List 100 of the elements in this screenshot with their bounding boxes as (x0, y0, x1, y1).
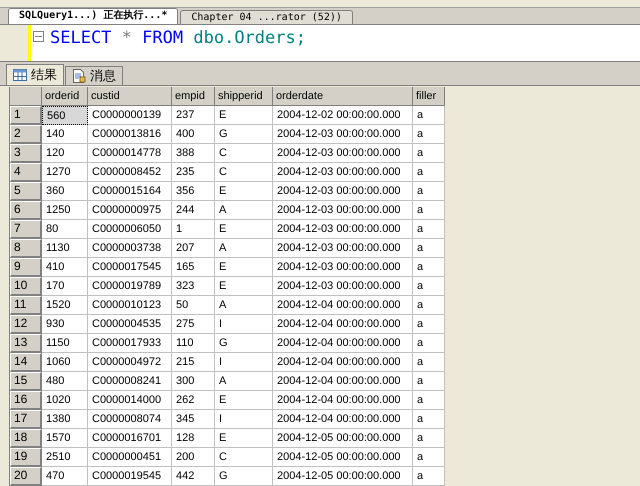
column-header[interactable]: filler (413, 87, 445, 106)
column-header[interactable]: orderdate (273, 87, 413, 106)
table-cell: 207 (172, 239, 215, 258)
table-cell: a (413, 353, 445, 372)
table-cell: C0000000139 (88, 106, 172, 125)
table-cell: E (215, 391, 273, 410)
column-header[interactable]: shipperid (215, 87, 273, 106)
table-cell: 1570 (42, 429, 88, 448)
document-icon (72, 69, 86, 83)
table-cell: 2004-12-05 00:00:00.000 (273, 448, 413, 467)
table-cell: 2004-12-03 00:00:00.000 (273, 239, 413, 258)
row-header[interactable]: 15 (10, 372, 42, 391)
row-header[interactable]: 13 (10, 334, 42, 353)
table-cell: 345 (172, 410, 215, 429)
row-header[interactable]: 14 (10, 353, 42, 372)
table-cell: 120 (42, 144, 88, 163)
row-header[interactable]: 19 (10, 448, 42, 467)
table-cell: C0000000451 (88, 448, 172, 467)
row-header[interactable]: 2 (10, 125, 42, 144)
table-cell: a (413, 220, 445, 239)
column-header[interactable]: empid (172, 87, 215, 106)
table-cell: 560 (42, 106, 88, 125)
table-cell: 1250 (42, 201, 88, 220)
table-cell: 300 (172, 372, 215, 391)
table-cell: a (413, 372, 445, 391)
table-cell: 480 (42, 372, 88, 391)
table-cell: 50 (172, 296, 215, 315)
collapse-toggle[interactable] (33, 30, 44, 42)
column-header[interactable]: custid (88, 87, 172, 106)
table-cell: 128 (172, 429, 215, 448)
table-cell: a (413, 258, 445, 277)
table-cell: C0000014778 (88, 144, 172, 163)
table-cell: 2004-12-04 00:00:00.000 (273, 315, 413, 334)
table-cell: a (413, 467, 445, 486)
editor-gutter (0, 24, 28, 62)
row-header[interactable]: 11 (10, 296, 42, 315)
table-cell: 323 (172, 277, 215, 296)
table-cell: 2004-12-03 00:00:00.000 (273, 277, 413, 296)
table-cell: 200 (172, 448, 215, 467)
table-cell: 2004-12-03 00:00:00.000 (273, 201, 413, 220)
table-cell: 1150 (42, 334, 88, 353)
table-cell: 1130 (42, 239, 88, 258)
table-cell: 165 (172, 258, 215, 277)
table-cell: 470 (42, 467, 88, 486)
change-marker (28, 24, 31, 62)
table-cell: I (215, 410, 273, 429)
table-cell: C (215, 163, 273, 182)
table-cell: C0000004972 (88, 353, 172, 372)
table-cell: C0000017933 (88, 334, 172, 353)
table-cell: 110 (172, 334, 215, 353)
row-header[interactable]: 9 (10, 258, 42, 277)
table-cell: A (215, 201, 273, 220)
table-cell: 2004-12-04 00:00:00.000 (273, 391, 413, 410)
table-cell: a (413, 315, 445, 334)
row-header[interactable]: 12 (10, 315, 42, 334)
table-cell: C0000017545 (88, 258, 172, 277)
row-header[interactable]: 18 (10, 429, 42, 448)
table-cell: 2004-12-04 00:00:00.000 (273, 353, 413, 372)
row-header[interactable]: 3 (10, 144, 42, 163)
row-header[interactable]: 10 (10, 277, 42, 296)
document-tab[interactable]: SQLQuery1...) 正在执行...* (8, 8, 178, 24)
row-header[interactable]: 16 (10, 391, 42, 410)
row-header[interactable]: 8 (10, 239, 42, 258)
table-cell: a (413, 410, 445, 429)
editor-pane[interactable]: SELECT * FROM dbo.Orders; (0, 24, 640, 62)
table-cell: G (215, 467, 273, 486)
result-tab[interactable]: 消息 (65, 66, 123, 85)
row-header[interactable]: 5 (10, 182, 42, 201)
table-cell: a (413, 125, 445, 144)
table-cell: C0000008241 (88, 372, 172, 391)
table-cell: C0000003738 (88, 239, 172, 258)
table-cell: 400 (172, 125, 215, 144)
table-cell: 2004-12-05 00:00:00.000 (273, 467, 413, 486)
table-cell: a (413, 201, 445, 220)
row-header[interactable]: 7 (10, 220, 42, 239)
row-header[interactable]: 1 (10, 106, 42, 125)
table-cell: 1060 (42, 353, 88, 372)
table-cell: A (215, 296, 273, 315)
grid-icon (13, 69, 27, 81)
row-header[interactable]: 20 (10, 467, 42, 486)
result-tab[interactable]: 结果 (6, 64, 64, 85)
table-cell: 140 (42, 125, 88, 144)
table-cell: C0000006050 (88, 220, 172, 239)
table-cell: 442 (172, 467, 215, 486)
table-cell: 2004-12-03 00:00:00.000 (273, 258, 413, 277)
table-cell: 2004-12-04 00:00:00.000 (273, 410, 413, 429)
table-cell: C0000010123 (88, 296, 172, 315)
table-cell: C0000014000 (88, 391, 172, 410)
row-header[interactable]: 17 (10, 410, 42, 429)
table-cell: C (215, 448, 273, 467)
table-cell: C0000013816 (88, 125, 172, 144)
table-cell: G (215, 125, 273, 144)
table-cell: 2004-12-05 00:00:00.000 (273, 429, 413, 448)
table-cell: E (215, 429, 273, 448)
document-tab[interactable]: Chapter 04 ...rator (52)) (180, 10, 353, 24)
row-header[interactable]: 4 (10, 163, 42, 182)
table-cell: 1520 (42, 296, 88, 315)
table-cell: 1020 (42, 391, 88, 410)
row-header[interactable]: 6 (10, 201, 42, 220)
table-cell: 2510 (42, 448, 88, 467)
